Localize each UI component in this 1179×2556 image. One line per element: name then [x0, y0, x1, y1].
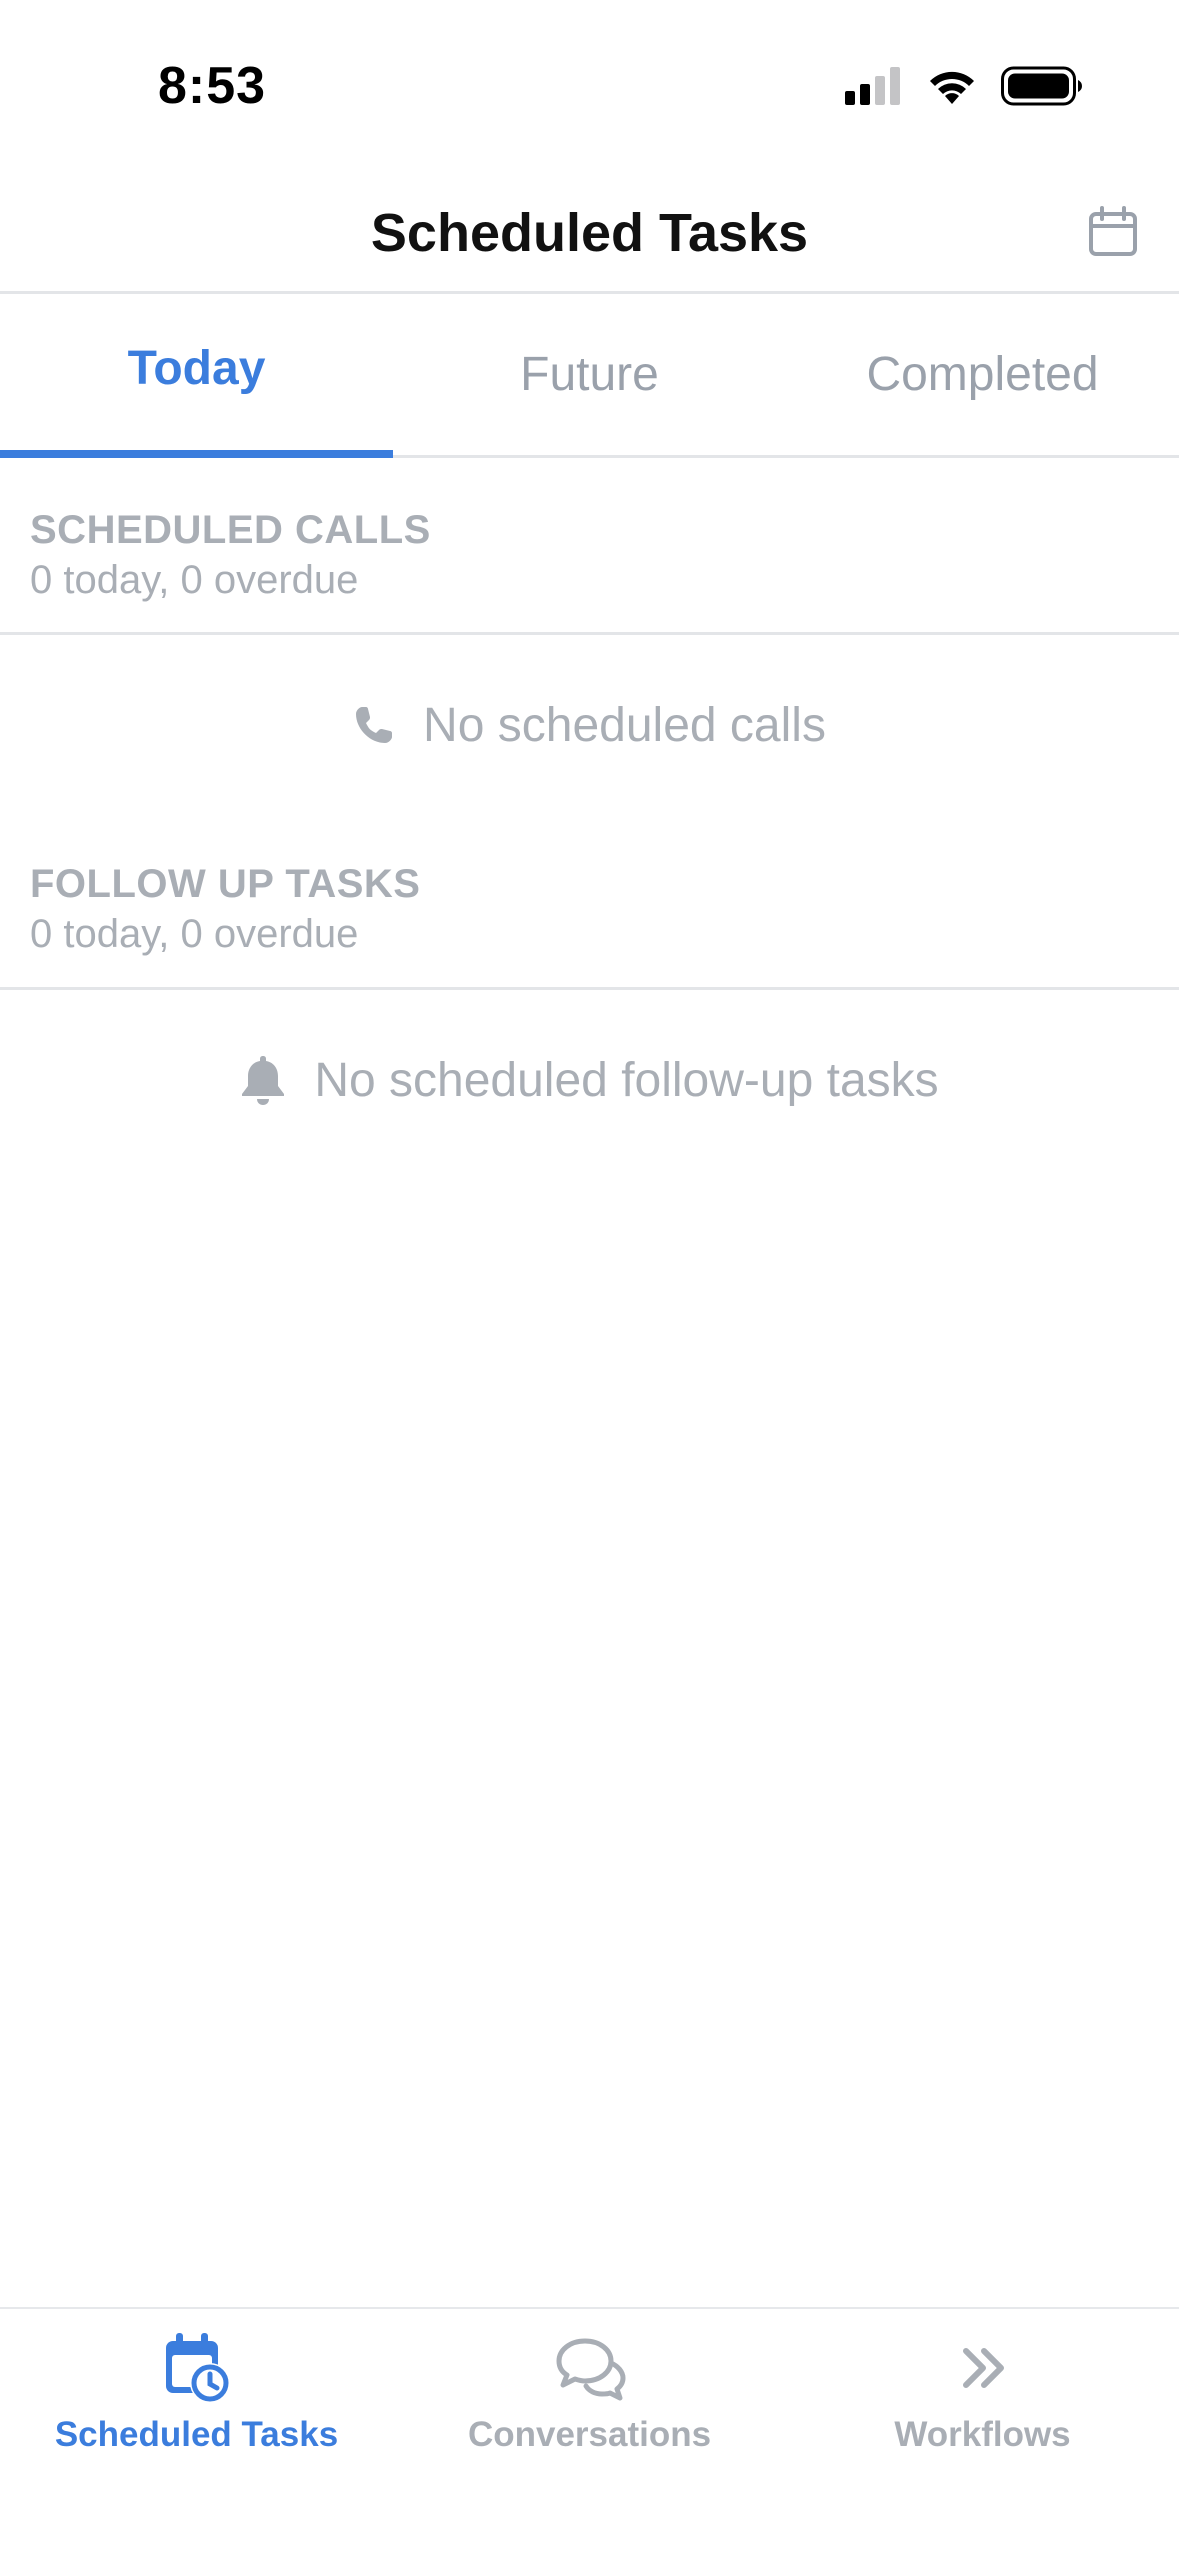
double-chevron-right-icon [962, 2348, 1004, 2388]
empty-follow-up-message: No scheduled follow-up tasks [0, 1045, 1179, 1115]
tab-label: Today [127, 342, 266, 395]
scheduled-calls-header: SCHEDULED CALLS 0 today, 0 overdue [0, 458, 1179, 635]
tabbar-workflows[interactable]: Workflows [786, 2309, 1179, 2489]
status-time: 8:53 [158, 57, 267, 115]
calendar-button[interactable] [1087, 206, 1139, 258]
section-subtitle: 0 today, 0 overdue [30, 558, 359, 602]
tab-completed[interactable]: Completed [786, 294, 1179, 455]
page-title: Scheduled Tasks [370, 203, 809, 263]
section-subtitle: 0 today, 0 overdue [30, 912, 359, 956]
nav-header: Scheduled Tasks [0, 160, 1179, 294]
chat-bubbles-icon [556, 2338, 625, 2401]
app-screen: 8:53 Scheduled Tasks Today Future Comple… [0, 0, 1179, 2556]
bell-icon [242, 1056, 285, 1105]
bottom-tab-bar: Scheduled Tasks Conversations Workflows [0, 2307, 1179, 2556]
status-bar: 8:53 [0, 0, 1179, 160]
calendar-clock-icon [165, 2333, 230, 2403]
cellular-signal-icon [845, 67, 900, 105]
empty-follow-up-text: No scheduled follow-up tasks [314, 1053, 939, 1107]
tabbar-label: Workflows [894, 2415, 1071, 2454]
tab-future[interactable]: Future [393, 294, 786, 455]
status-icons [845, 66, 1083, 106]
tab-label: Completed [866, 348, 1099, 401]
segment-tabs: Today Future Completed [0, 294, 1179, 458]
section-title: SCHEDULED CALLS [30, 508, 431, 552]
section-title: FOLLOW UP TASKS [30, 862, 421, 906]
wifi-icon [930, 71, 974, 104]
tabbar-label: Conversations [467, 2415, 712, 2454]
home-indicator [430, 2526, 750, 2538]
calendar-icon [1089, 206, 1137, 256]
tabbar-label: Scheduled Tasks [54, 2415, 339, 2454]
tab-label: Future [520, 348, 659, 401]
empty-calls-text: No scheduled calls [423, 698, 826, 752]
tabbar-conversations[interactable]: Conversations [393, 2309, 786, 2489]
battery-icon [1001, 66, 1082, 106]
follow-up-tasks-header: FOLLOW UP TASKS 0 today, 0 overdue [0, 812, 1179, 990]
phone-icon [356, 707, 393, 743]
active-tab-indicator [0, 450, 393, 458]
tabbar-scheduled-tasks[interactable]: Scheduled Tasks [0, 2309, 393, 2489]
empty-calls-message: No scheduled calls [0, 690, 1179, 760]
tab-today[interactable]: Today [0, 294, 393, 458]
